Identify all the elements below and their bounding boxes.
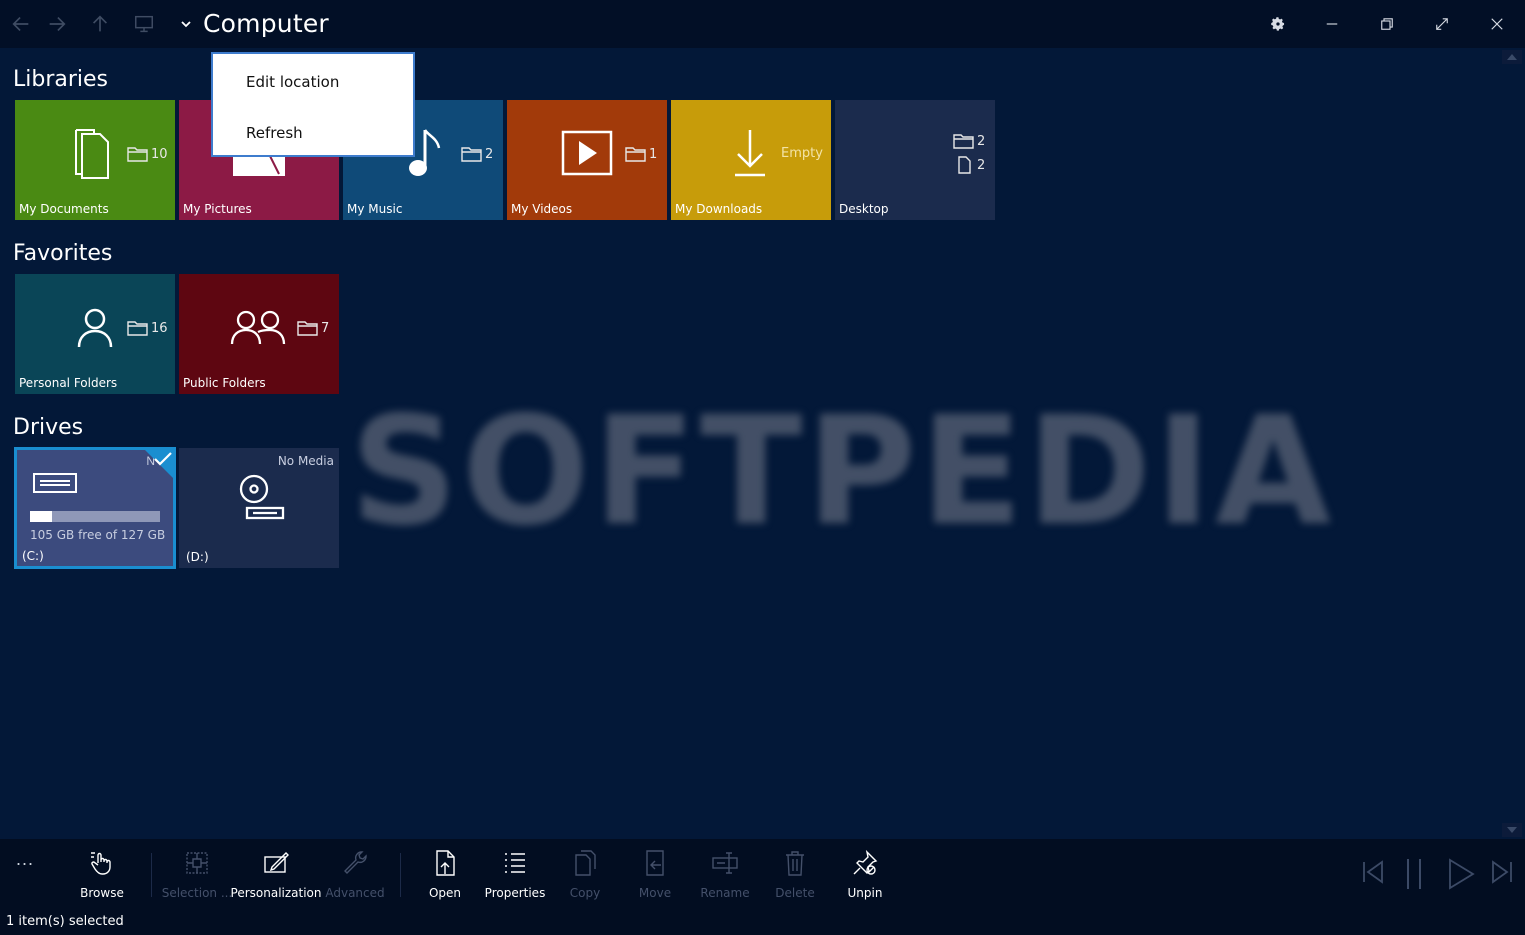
drive-usage-fill (30, 511, 53, 522)
close-icon[interactable] (1485, 12, 1509, 36)
folder-icon (127, 147, 148, 162)
libraries-heading: Libraries (13, 67, 109, 92)
favorites-heading: Favorites (13, 241, 113, 266)
unpin-button[interactable]: Unpin (827, 849, 903, 909)
drive-free-space: 105 GB free of 127 GB (30, 528, 166, 542)
chevron-down-icon[interactable] (178, 16, 194, 32)
separator (151, 853, 152, 897)
drive-usage-bar (30, 511, 160, 522)
delete-button[interactable]: Delete (757, 849, 833, 909)
check-icon (154, 452, 172, 466)
skip-next-icon[interactable] (1489, 859, 1515, 885)
restore-icon[interactable] (1375, 12, 1399, 36)
personalization-button[interactable]: Personalization (231, 849, 322, 909)
folder-count: 1 (625, 145, 657, 163)
wrench-icon (344, 851, 367, 874)
folder-count: 7 (297, 319, 329, 337)
folder-icon (127, 321, 148, 336)
drives-heading: Drives (13, 415, 84, 440)
folder-icon (461, 147, 482, 162)
menu-item-refresh[interactable]: Refresh (246, 124, 303, 142)
tile-drive-c[interactable]: 105 GB free of 127 GB N (C:) (14, 447, 176, 569)
tile-my-videos[interactable]: 1 My Videos (507, 100, 667, 220)
people-icon (230, 310, 286, 345)
tile-my-downloads[interactable]: Empty My Downloads (671, 100, 831, 220)
file-count: 2 (953, 156, 985, 174)
pause-icon[interactable] (1403, 857, 1425, 891)
documents-icon (75, 129, 109, 179)
up-arrow-icon[interactable] (86, 10, 114, 38)
context-menu: Edit location Refresh (211, 52, 415, 157)
menu-item-edit-location[interactable]: Edit location (246, 73, 339, 91)
tile-desktop[interactable]: 2 2 Desktop (835, 100, 995, 220)
hand-pointer-icon (91, 852, 111, 875)
person-icon (77, 308, 113, 348)
tile-public-folders[interactable]: 7 Public Folders (179, 274, 339, 394)
video-play-icon (561, 130, 613, 176)
file-icon (958, 156, 971, 174)
watermark: SOFTPEDIA (350, 385, 1336, 559)
page-title[interactable]: Computer (203, 9, 329, 38)
title-bar: Computer (0, 0, 1525, 48)
properties-button[interactable]: Properties (477, 849, 553, 909)
skip-previous-icon[interactable] (1360, 859, 1386, 885)
status-text: 1 item(s) selected (6, 914, 124, 929)
advanced-button[interactable]: Advanced (317, 849, 393, 909)
copy-icon (575, 850, 596, 876)
selection-button[interactable]: Selection ... (159, 849, 235, 909)
forward-arrow-icon[interactable] (43, 10, 71, 38)
download-icon (735, 130, 765, 177)
drive-status: No Media (277, 454, 334, 468)
more-options-button[interactable]: ... (16, 849, 34, 870)
open-button[interactable]: Open (407, 849, 483, 909)
unpin-icon (853, 849, 878, 875)
folder-count: 2 (953, 132, 985, 150)
rename-button[interactable]: Rename (687, 849, 763, 909)
scroll-up-button[interactable] (1502, 50, 1522, 64)
rename-icon (712, 852, 738, 874)
hard-drive-icon (33, 473, 77, 493)
folder-icon (953, 134, 974, 149)
tile-personal-folders[interactable]: 16 Personal Folders (15, 274, 175, 394)
open-file-icon (436, 850, 455, 876)
folder-icon (625, 147, 646, 162)
trash-icon (786, 851, 804, 876)
tile-my-documents[interactable]: 10 My Documents (15, 100, 175, 220)
tile-drive-d[interactable]: No Media (D:) (179, 448, 339, 568)
move-icon (646, 850, 664, 876)
scroll-down-button[interactable] (1502, 823, 1522, 837)
copy-button[interactable]: Copy (547, 849, 623, 909)
properties-list-icon (505, 853, 525, 873)
back-arrow-icon[interactable] (7, 10, 35, 38)
folder-count: 16 (127, 319, 168, 337)
fullscreen-icon[interactable] (1430, 12, 1454, 36)
triangle-down-icon (1507, 827, 1517, 833)
computer-icon[interactable] (130, 10, 158, 38)
optical-drive-icon (239, 474, 285, 520)
move-button[interactable]: Move (617, 849, 693, 909)
folder-icon (297, 321, 318, 336)
empty-label: Empty (781, 146, 823, 161)
play-icon[interactable] (1446, 858, 1476, 890)
minimize-icon[interactable] (1320, 12, 1344, 36)
personalization-icon (264, 852, 289, 873)
gear-icon[interactable] (1266, 12, 1290, 36)
app-bar: ... Browse Selection ... Personalization… (0, 839, 1525, 935)
selection-grid-icon (186, 852, 208, 874)
folder-count: 2 (461, 145, 493, 163)
triangle-up-icon (1507, 54, 1517, 60)
separator (400, 853, 401, 897)
browse-button[interactable]: Browse (64, 849, 140, 909)
folder-count: 10 (127, 145, 168, 163)
